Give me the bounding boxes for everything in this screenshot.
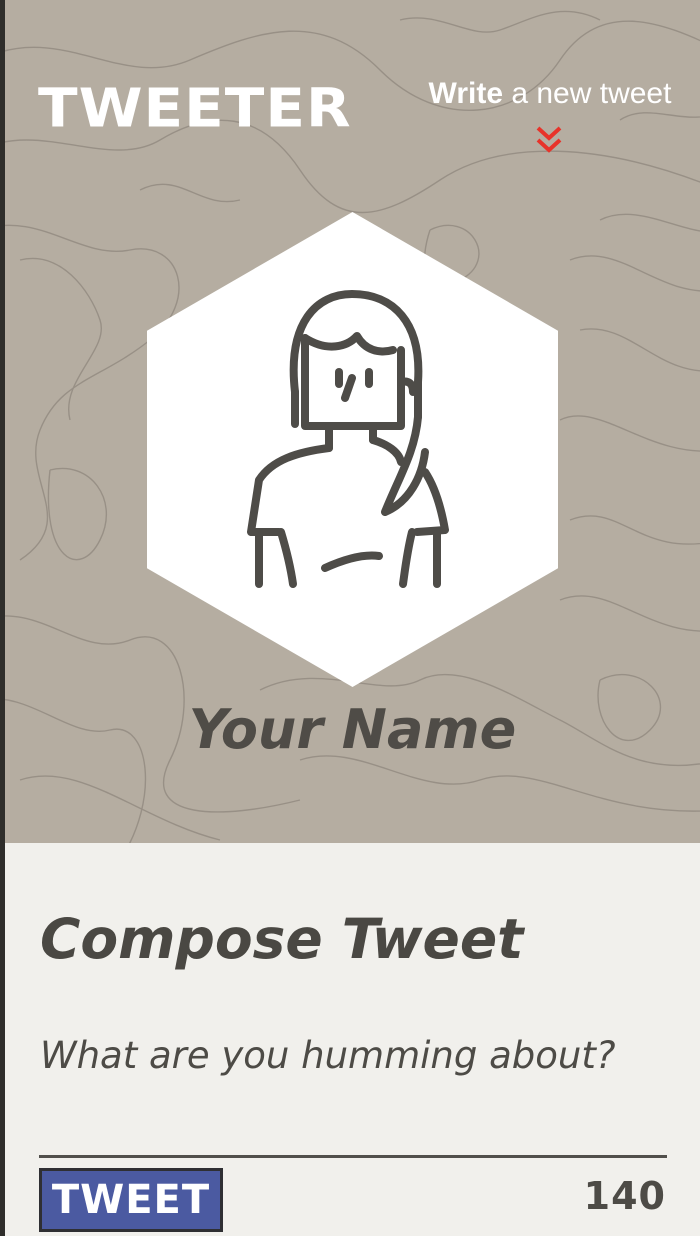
write-link-bold-text: Write bbox=[428, 77, 504, 110]
tweet-button[interactable]: TWEET bbox=[39, 1168, 223, 1232]
write-link-rest-text: a new tweet bbox=[503, 77, 672, 110]
compose-title: Compose Tweet bbox=[40, 907, 524, 971]
double-chevron-down-icon[interactable] bbox=[533, 124, 565, 156]
write-new-tweet-link[interactable]: Write a new tweet bbox=[414, 76, 686, 112]
woman-avatar-icon bbox=[147, 212, 558, 687]
profile-header: TWEETER Write a new tweet Your Name bbox=[0, 0, 700, 843]
app-logo[interactable]: TWEETER bbox=[38, 76, 352, 140]
character-counter: 140 bbox=[583, 1174, 666, 1218]
left-edge-border bbox=[0, 0, 5, 1236]
compose-divider bbox=[39, 1155, 667, 1158]
profile-name: Your Name bbox=[188, 698, 517, 761]
tweet-text-input[interactable] bbox=[36, 1026, 674, 1152]
